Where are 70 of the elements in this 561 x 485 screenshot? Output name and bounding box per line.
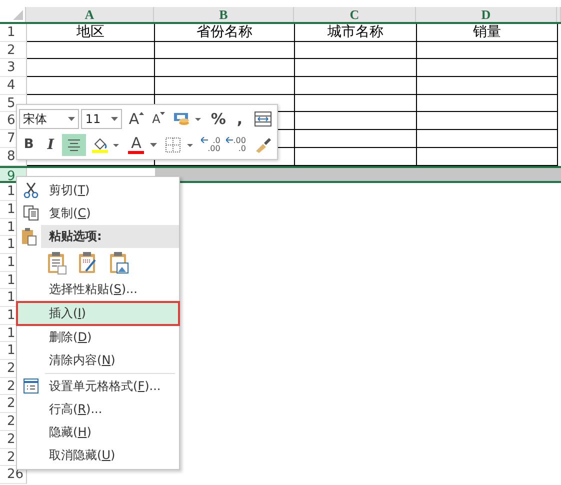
table-cell: 城市名称 <box>295 24 417 42</box>
menu-item[interactable]: 取消隐藏(U) <box>17 444 179 467</box>
clipboard-icon <box>21 228 37 246</box>
font-color-button[interactable]: A <box>126 134 160 156</box>
row-number[interactable]: 3 <box>7 60 16 76</box>
column-header[interactable]: D <box>416 7 557 22</box>
column-header[interactable]: B <box>154 7 294 22</box>
caret-icon <box>139 112 144 116</box>
paste-option-icon[interactable] <box>78 251 98 275</box>
row-number[interactable]: 2 <box>7 450 16 464</box>
menu-item[interactable]: 设置单元格格式(F)... <box>17 375 179 398</box>
row-number[interactable]: 1 <box>7 254 16 270</box>
row-number[interactable]: 1 <box>7 184 16 200</box>
row-number[interactable]: 2 <box>7 432 16 447</box>
paste-option-icon[interactable] <box>47 251 67 275</box>
menu-item[interactable]: 复制(C) <box>17 202 179 225</box>
table-cell: 省份名称 <box>155 24 295 42</box>
table-cell: 地区 <box>27 24 155 42</box>
grow-font-button[interactable]: A <box>126 108 148 130</box>
table-cell: 销量 <box>417 24 558 42</box>
font-name-field[interactable]: 宋体 <box>19 109 80 130</box>
row-number[interactable]: 8 <box>7 148 16 164</box>
row-number[interactable]: 4 <box>7 78 16 94</box>
caret-icon <box>150 142 157 147</box>
scissors-icon <box>23 182 39 198</box>
row-number[interactable]: 1 <box>7 343 16 358</box>
format-cells-icon <box>23 378 39 394</box>
row-number[interactable]: 1 <box>7 237 16 252</box>
number-format-button[interactable]: % <box>208 108 228 130</box>
menu-item[interactable]: 清除内容(N) <box>17 349 179 372</box>
row-number[interactable]: 7 <box>7 131 16 146</box>
caret-icon <box>160 112 166 116</box>
row-number[interactable]: 2 <box>7 378 16 394</box>
arrow-icon <box>200 136 208 143</box>
decrease-decimal-button[interactable]: .00 .0 <box>225 134 249 156</box>
row-number[interactable]: 5 <box>7 96 16 111</box>
caret-icon <box>110 117 118 122</box>
column-header[interactable]: A <box>26 7 154 22</box>
row-number[interactable]: 1 <box>7 202 16 217</box>
menu-item[interactable]: 删除(D) <box>17 326 179 349</box>
column-header[interactable]: C <box>294 7 416 22</box>
menu-item[interactable]: 行高(R)... <box>17 398 179 421</box>
menu-item[interactable]: 剪切(T) <box>17 179 179 202</box>
arrow-icon <box>226 136 234 143</box>
row-number[interactable]: 6 <box>7 113 16 128</box>
bold-button[interactable]: B <box>19 134 39 156</box>
align-center-icon <box>67 138 82 151</box>
row-number[interactable]: 1 <box>7 25 16 40</box>
font-size-field[interactable]: 11 <box>81 109 122 130</box>
menu-item[interactable]: 选择性粘贴(S)... <box>17 278 179 301</box>
row-number[interactable]: 2 <box>7 42 16 58</box>
increase-decimal-button[interactable]: .0 .00 <box>200 134 224 156</box>
row-number[interactable]: 1 <box>7 272 16 288</box>
italic-button[interactable]: I <box>40 134 60 156</box>
row-number[interactable]: 1 <box>7 308 16 323</box>
shrink-font-button[interactable]: A <box>149 108 168 130</box>
row-number[interactable]: 2 <box>7 414 16 430</box>
menu-item[interactable]: 隐藏(H) <box>17 421 179 444</box>
caret-icon <box>68 117 76 122</box>
paste-option-icon[interactable] <box>109 251 129 275</box>
row-number[interactable]: 2 <box>7 361 16 376</box>
row-number[interactable]: 1 <box>7 326 16 341</box>
row-number[interactable]: 2 <box>7 396 16 412</box>
row-number[interactable]: 1 <box>7 220 16 235</box>
row-number[interactable]: 1 <box>7 290 16 306</box>
align-center-button[interactable] <box>62 134 86 156</box>
number-format-button[interactable]: , <box>230 108 249 130</box>
menu-item[interactable]: 插入(I) <box>17 302 179 325</box>
menu-section-title: 粘贴选项: <box>49 228 102 245</box>
copy-icon <box>23 205 39 221</box>
